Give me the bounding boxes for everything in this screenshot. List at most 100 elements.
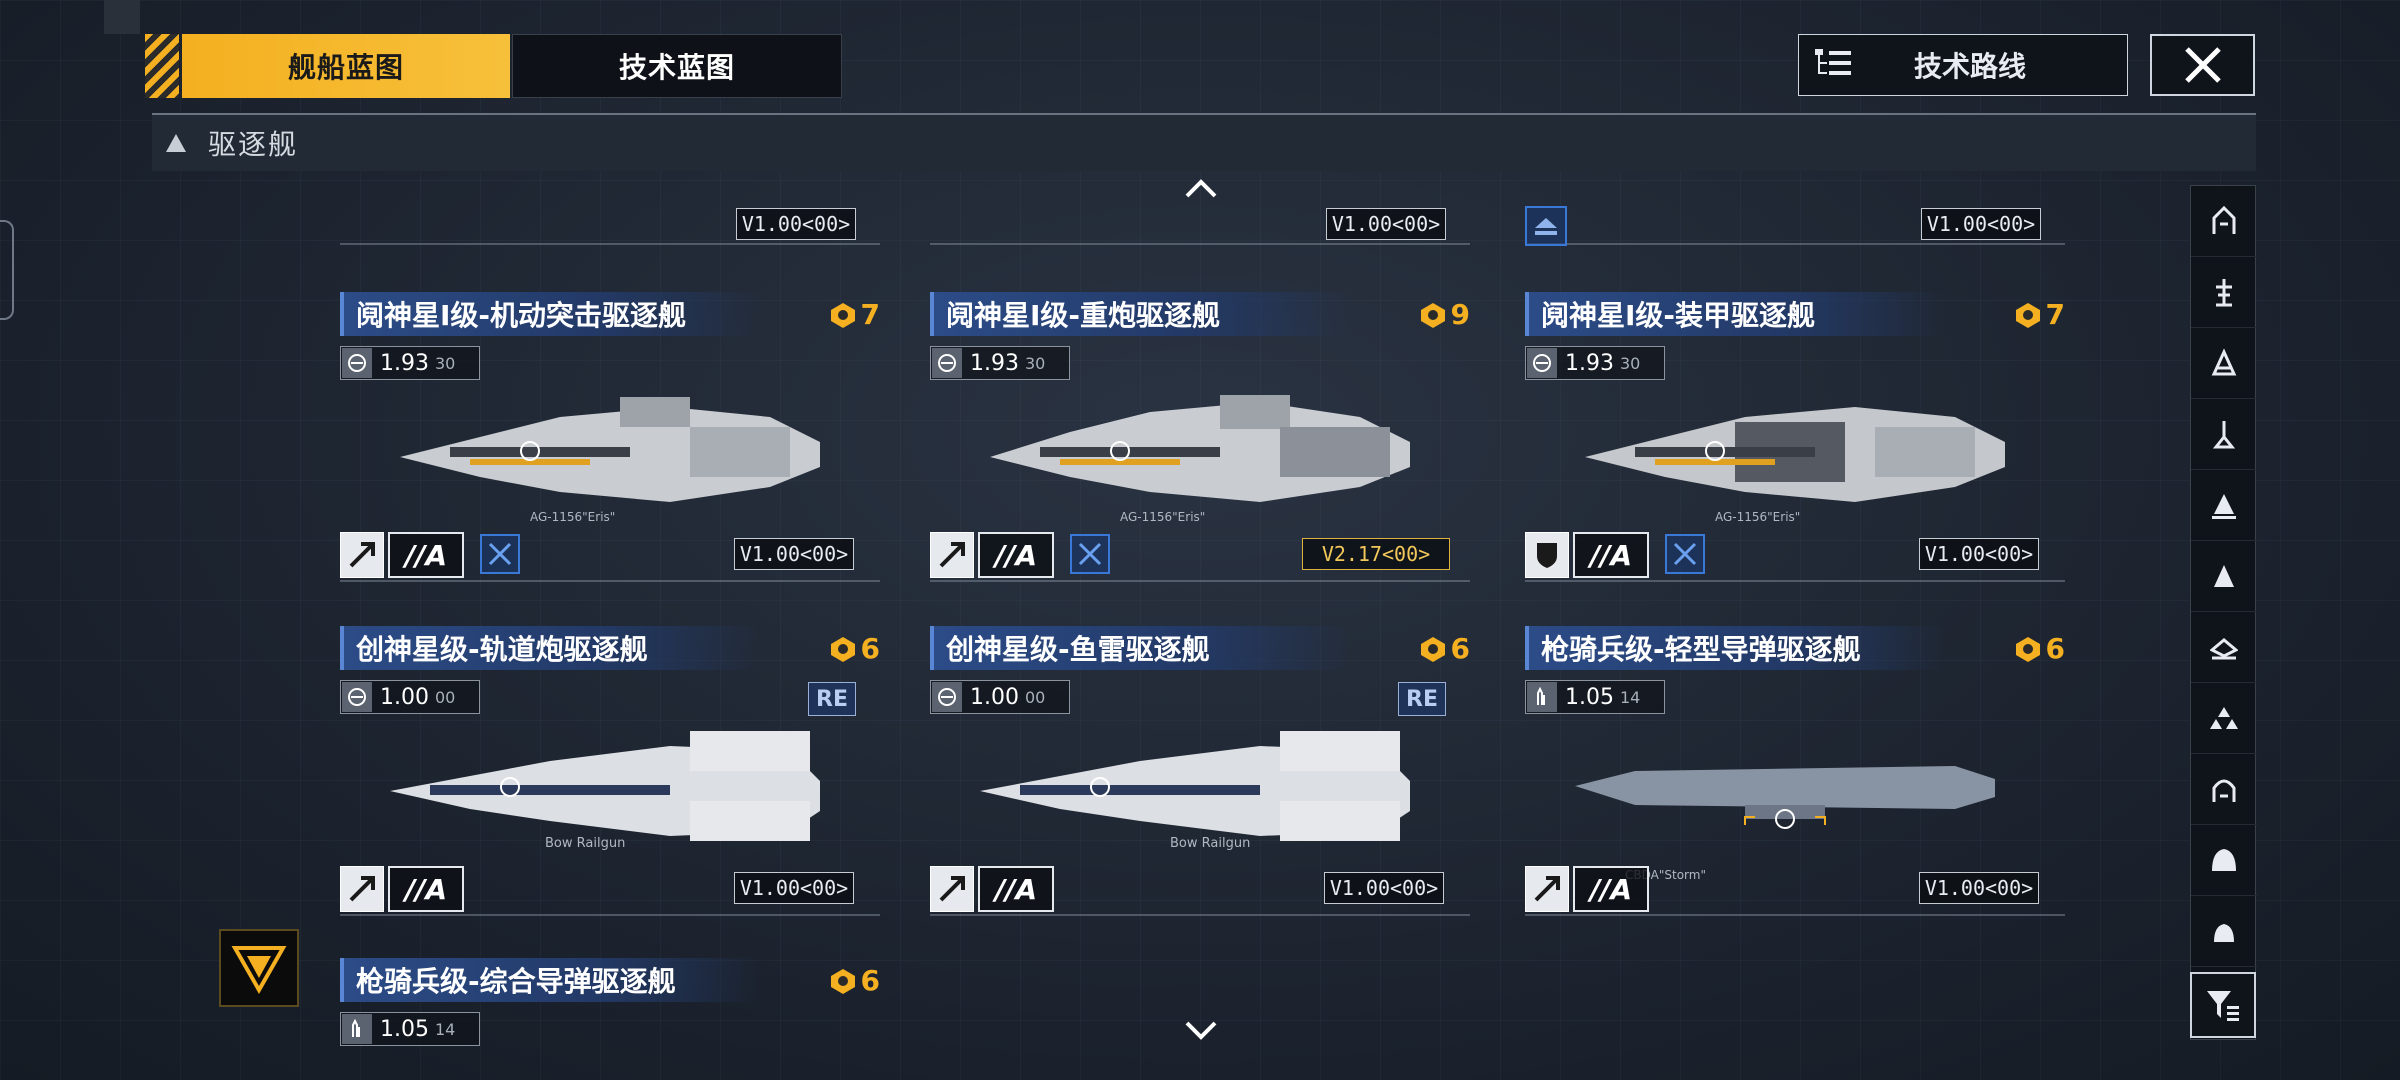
stat-sub-value: 30 bbox=[1619, 353, 1641, 373]
ship-class-icon bbox=[2210, 638, 2238, 660]
stat-main-value: 1.00 bbox=[970, 684, 1019, 710]
tactical-tag-icon[interactable] bbox=[1665, 534, 1705, 574]
close-button[interactable] bbox=[2150, 34, 2255, 96]
ship-class-filter-sidebar bbox=[2190, 185, 2257, 1040]
stat-box: 1.05 14 bbox=[1525, 680, 1665, 714]
version-badge: V1.00<00> bbox=[1919, 538, 2039, 570]
partial-card-row: V1.00<00> bbox=[340, 180, 880, 245]
ship-class-icon bbox=[2212, 849, 2236, 871]
upgrade-icon[interactable] bbox=[1525, 206, 1567, 246]
stat-box: 1.93 30 bbox=[930, 346, 1070, 380]
stat-main-value: 1.93 bbox=[970, 350, 1019, 376]
ship-weapon-label: AG-1156"Eris" bbox=[530, 510, 616, 524]
grade-label: //A bbox=[1573, 866, 1649, 912]
ship-title: 创神星级-鱼雷驱逐舰 bbox=[930, 626, 1350, 670]
stat-main-value: 1.05 bbox=[380, 1016, 429, 1042]
scroll-down-button[interactable] bbox=[1183, 1018, 1219, 1042]
missile-icon bbox=[1527, 682, 1557, 712]
tab-tech-blueprint[interactable]: 技术蓝图 bbox=[512, 34, 842, 98]
class-filter-4[interactable] bbox=[2191, 399, 2257, 470]
stat-sub-value: 00 bbox=[1024, 687, 1046, 707]
cost-badge: 7 bbox=[829, 298, 880, 331]
class-filter-1[interactable] bbox=[2191, 186, 2257, 257]
hazard-stripe bbox=[145, 34, 179, 98]
cost-value: 6 bbox=[2045, 632, 2065, 665]
ship-title: 阋神星I级-装甲驱逐舰 bbox=[1525, 292, 1945, 336]
ship-card[interactable]: 阋神星I级-装甲驱逐舰 7 1.93 30 AG-1156"Eris" //A V… bbox=[1525, 292, 2065, 602]
collapse-triangle-icon bbox=[166, 134, 186, 152]
category-header[interactable]: 驱逐舰 bbox=[152, 113, 2256, 171]
ship-card[interactable]: 阋神星I级-机动突击驱逐舰 7 1.93 30 AG-1156"Eris" //A… bbox=[340, 292, 880, 602]
ship-card[interactable]: 创神星级-鱼雷驱逐舰 6 1.00 00 RE Bow Railgun //A V… bbox=[930, 626, 1470, 936]
class-filter-6[interactable] bbox=[2191, 541, 2257, 612]
tech-route-button[interactable]: 技术路线 bbox=[1798, 34, 2128, 96]
class-filter-7[interactable] bbox=[2191, 612, 2257, 683]
cost-hex-icon bbox=[830, 302, 855, 328]
ship-card[interactable]: 枪骑兵级-轻型导弹驱逐舰 6 1.05 14 CBDA"Storm" //A V1… bbox=[1525, 626, 2065, 936]
left-edge-handle[interactable] bbox=[0, 220, 14, 320]
class-filter-9[interactable] bbox=[2191, 754, 2257, 825]
stat-box: 1.05 14 bbox=[340, 1012, 480, 1046]
ship-title: 阋神星I级-重炮驱逐舰 bbox=[930, 292, 1350, 336]
grade-label: //A bbox=[978, 866, 1054, 912]
stat-main-value: 1.93 bbox=[380, 350, 429, 376]
ship-class-icon bbox=[2216, 279, 2232, 307]
speed-icon bbox=[932, 348, 962, 378]
fleet-emblem-button[interactable] bbox=[219, 929, 299, 1007]
cost-value: 6 bbox=[860, 632, 880, 665]
cost-value: 7 bbox=[860, 298, 880, 331]
class-filter-8[interactable] bbox=[2191, 683, 2257, 754]
cost-badge: 6 bbox=[2014, 632, 2065, 665]
ship-weapon-label: AG-1156"Eris" bbox=[1715, 510, 1801, 524]
strike-icon bbox=[930, 532, 974, 578]
tactical-tag-icon[interactable] bbox=[480, 534, 520, 574]
class-filter-10[interactable] bbox=[2191, 825, 2257, 896]
cost-hex-icon bbox=[2015, 636, 2040, 662]
card-footer: //A V1.00<00> bbox=[1525, 866, 2065, 916]
destroyer-class-icon bbox=[2212, 494, 2236, 519]
class-filter-5[interactable] bbox=[2191, 470, 2257, 541]
version-badge: V1.00<00> bbox=[1324, 872, 1444, 904]
card-footer: //A V1.00<00> bbox=[1525, 532, 2065, 582]
cost-hex-icon bbox=[1420, 636, 1445, 662]
strike-icon bbox=[340, 532, 384, 578]
class-filter-2[interactable] bbox=[2191, 257, 2257, 328]
ship-card[interactable]: 枪骑兵级-综合导弹驱逐舰 6 1.05 14 bbox=[340, 958, 880, 1058]
ship-card[interactable]: 阋神星I级-重炮驱逐舰 9 1.93 30 AG-1156"Eris" //A V… bbox=[930, 292, 1470, 602]
divider bbox=[340, 580, 880, 582]
tactical-tag-icon[interactable] bbox=[1070, 534, 1110, 574]
class-filter-3[interactable] bbox=[2191, 328, 2257, 399]
close-icon bbox=[2184, 47, 2221, 83]
stat-sub-value: 30 bbox=[434, 353, 456, 373]
stat-box: 1.93 30 bbox=[340, 346, 480, 380]
strike-icon bbox=[930, 866, 974, 912]
re-badge: RE bbox=[808, 682, 856, 716]
ship-image bbox=[980, 731, 1410, 841]
class-filter-11[interactable] bbox=[2191, 896, 2257, 967]
tab-ship-blueprint-label: 舰船蓝图 bbox=[287, 51, 404, 84]
ship-class-icon bbox=[2211, 348, 2237, 376]
strike-icon bbox=[1525, 866, 1569, 912]
category-name: 驱逐舰 bbox=[208, 128, 299, 161]
ship-image bbox=[400, 397, 820, 502]
speed-icon bbox=[342, 348, 372, 378]
tech-tree-icon bbox=[1815, 49, 1851, 75]
version-badge: V1.00<00> bbox=[734, 538, 854, 570]
cost-badge: 9 bbox=[1419, 298, 1470, 331]
cost-badge: 6 bbox=[1419, 632, 1470, 665]
ship-weapon-label: Bow Railgun bbox=[545, 836, 626, 851]
filter-icon bbox=[2207, 991, 2239, 1021]
divider bbox=[1525, 580, 2065, 582]
tab-tech-blueprint-label: 技术蓝图 bbox=[618, 51, 735, 84]
tab-ship-blueprint[interactable]: 舰船蓝图 bbox=[182, 34, 510, 98]
cost-badge: 6 bbox=[829, 632, 880, 665]
card-footer: //A V1.00<00> bbox=[340, 866, 880, 916]
stat-sub-value: 14 bbox=[434, 1019, 456, 1039]
ship-class-icon bbox=[2212, 779, 2236, 802]
ship-card[interactable]: 创神星级-轨道炮驱逐舰 6 1.00 00 RE Bow Railgun //A … bbox=[340, 626, 880, 936]
filter-button[interactable] bbox=[2190, 972, 2256, 1038]
partial-card-row: V1.00<00> bbox=[1525, 180, 2065, 246]
stat-sub-value: 00 bbox=[434, 687, 456, 707]
stat-sub-value: 14 bbox=[1619, 687, 1641, 707]
ship-class-icon bbox=[2210, 707, 2238, 729]
